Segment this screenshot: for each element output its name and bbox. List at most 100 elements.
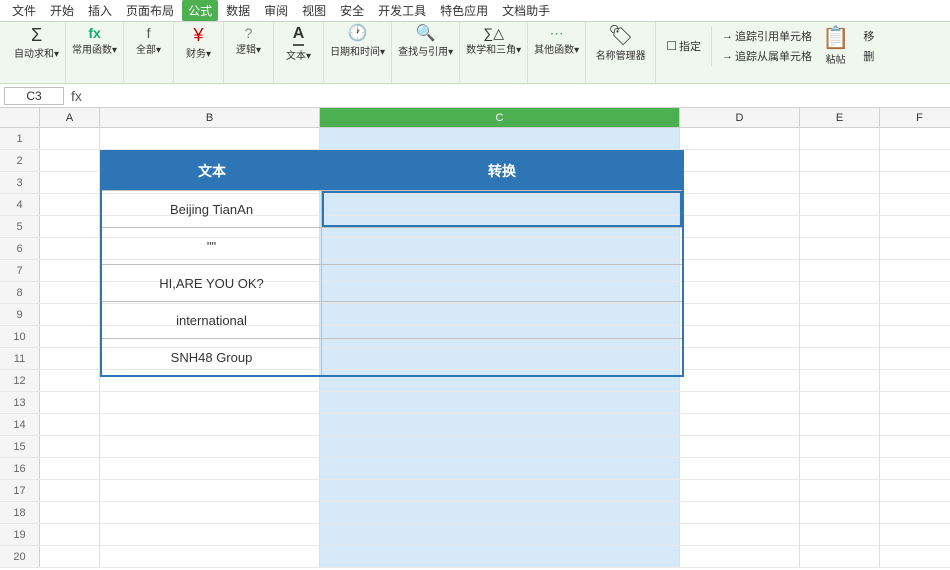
cell-C1[interactable] (320, 128, 680, 149)
cell-A4[interactable] (40, 194, 100, 215)
menu-view[interactable]: 视图 (296, 0, 332, 21)
cell-A8[interactable] (40, 282, 100, 303)
cell-F17[interactable] (880, 480, 950, 501)
trace-dep-button[interactable]: → 追踪从属单元格 (718, 47, 816, 65)
cell-A14[interactable] (40, 414, 100, 435)
cell-D11[interactable] (680, 348, 800, 369)
cell-F5[interactable] (880, 216, 950, 237)
cell-D9[interactable] (680, 304, 800, 325)
cell-D6[interactable] (680, 238, 800, 259)
cell-F14[interactable] (880, 414, 950, 435)
menu-features[interactable]: 特色应用 (434, 0, 494, 21)
cell-F12[interactable] (880, 370, 950, 391)
cell-F1[interactable] (880, 128, 950, 149)
cell-A20[interactable] (40, 546, 100, 567)
cell-E11[interactable] (800, 348, 880, 369)
cell-F16[interactable] (880, 458, 950, 479)
cell-E14[interactable] (800, 414, 880, 435)
lookup-button[interactable]: 🔍 查找与引用▾ (398, 26, 453, 58)
cell-F20[interactable] (880, 546, 950, 567)
allfunc-button[interactable]: f 全部▾ (136, 26, 161, 56)
cell-D15[interactable] (680, 436, 800, 457)
menu-developer[interactable]: 开发工具 (372, 0, 432, 21)
cell-C18[interactable] (320, 502, 680, 523)
cell-D17[interactable] (680, 480, 800, 501)
cell-E6[interactable] (800, 238, 880, 259)
cell-E13[interactable] (800, 392, 880, 413)
col-header-F[interactable]: F (880, 108, 950, 127)
cell-D2[interactable] (680, 150, 800, 171)
menu-data[interactable]: 数据 (220, 0, 256, 21)
fx-button[interactable]: fx (68, 88, 85, 104)
table-cell-convert-2[interactable] (322, 228, 682, 264)
cell-F9[interactable] (880, 304, 950, 325)
table-cell-convert-3[interactable] (322, 265, 682, 301)
cell-F13[interactable] (880, 392, 950, 413)
datetime-button[interactable]: 🕐 日期和时间▾ (330, 26, 385, 58)
cell-A13[interactable] (40, 392, 100, 413)
cell-E10[interactable] (800, 326, 880, 347)
cell-E3[interactable] (800, 172, 880, 193)
formula-input[interactable] (89, 89, 946, 103)
cell-B20[interactable] (100, 546, 320, 567)
cell-A12[interactable] (40, 370, 100, 391)
cell-C17[interactable] (320, 480, 680, 501)
cell-E18[interactable] (800, 502, 880, 523)
cell-E7[interactable] (800, 260, 880, 281)
cell-F10[interactable] (880, 326, 950, 347)
cell-C14[interactable] (320, 414, 680, 435)
cell-C13[interactable] (320, 392, 680, 413)
cell-C15[interactable] (320, 436, 680, 457)
title-menu[interactable]: 文件 开始 插入 页面布局 公式 数据 审阅 视图 安全 开发工具 特色应用 文… (6, 0, 556, 21)
cell-D10[interactable] (680, 326, 800, 347)
cell-A3[interactable] (40, 172, 100, 193)
trace-ref-button[interactable]: → 追踪引用单元格 (718, 27, 816, 45)
cell-E4[interactable] (800, 194, 880, 215)
cell-D18[interactable] (680, 502, 800, 523)
cell-D19[interactable] (680, 524, 800, 545)
cell-A9[interactable] (40, 304, 100, 325)
cell-A15[interactable] (40, 436, 100, 457)
cell-C16[interactable] (320, 458, 680, 479)
autosum-button[interactable]: Σ 自动求和▾ (14, 26, 59, 60)
cell-F7[interactable] (880, 260, 950, 281)
cell-F11[interactable] (880, 348, 950, 369)
menu-formula[interactable]: 公式 (182, 0, 218, 21)
menu-insert[interactable]: 插入 (82, 0, 118, 21)
cell-F8[interactable] (880, 282, 950, 303)
cell-E17[interactable] (800, 480, 880, 501)
table-cell-convert-4[interactable] (322, 302, 682, 338)
menu-review[interactable]: 审阅 (258, 0, 294, 21)
finance-button[interactable]: ¥ 财务▾ (186, 26, 211, 60)
cell-F19[interactable] (880, 524, 950, 545)
designate-button[interactable]: ☐ 指定 (662, 37, 705, 55)
cell-D8[interactable] (680, 282, 800, 303)
cell-C20[interactable] (320, 546, 680, 567)
cell-A10[interactable] (40, 326, 100, 347)
cell-C19[interactable] (320, 524, 680, 545)
table-cell-convert-1[interactable] (322, 191, 682, 227)
cell-A2[interactable] (40, 150, 100, 171)
cell-A11[interactable] (40, 348, 100, 369)
table-cell-text-1[interactable]: Beijing TianAn (102, 191, 322, 227)
cell-B14[interactable] (100, 414, 320, 435)
namemanager-button[interactable]: 🏷 名称管理器 (596, 26, 646, 62)
cell-D7[interactable] (680, 260, 800, 281)
cell-A5[interactable] (40, 216, 100, 237)
cell-A16[interactable] (40, 458, 100, 479)
cell-E1[interactable] (800, 128, 880, 149)
cell-E5[interactable] (800, 216, 880, 237)
menu-security[interactable]: 安全 (334, 0, 370, 21)
cell-E9[interactable] (800, 304, 880, 325)
paste-button[interactable]: 📋 粘帖 (822, 27, 849, 66)
cell-E20[interactable] (800, 546, 880, 567)
text-button[interactable]: A 文本▾ (286, 26, 311, 62)
cell-E19[interactable] (800, 524, 880, 545)
col-header-A[interactable]: A (40, 108, 100, 127)
cell-B18[interactable] (100, 502, 320, 523)
cell-reference[interactable] (4, 87, 64, 105)
table-cell-text-2[interactable]: "" (102, 228, 322, 264)
col-header-B[interactable]: B (100, 108, 320, 127)
cell-D5[interactable] (680, 216, 800, 237)
cell-F6[interactable] (880, 238, 950, 259)
